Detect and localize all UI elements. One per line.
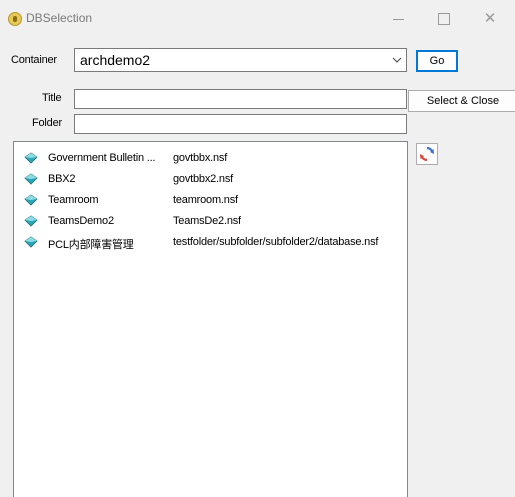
- container-label: Container: [11, 54, 57, 66]
- maximize-button[interactable]: [421, 0, 467, 38]
- title-bar[interactable]: DBSelection ✕: [0, 0, 515, 38]
- database-icon: [24, 152, 38, 164]
- database-title: BBX2: [48, 173, 76, 185]
- folder-label: Folder: [32, 117, 62, 129]
- database-list[interactable]: Government Bulletin ... govtbbx.nsf BBX2…: [13, 141, 408, 497]
- refresh-button[interactable]: [416, 143, 438, 165]
- go-button[interactable]: Go: [416, 50, 458, 72]
- database-filename: govtbbx2.nsf: [173, 173, 233, 185]
- select-and-close-button[interactable]: Select & Close: [408, 90, 515, 112]
- database-title: PCL内部障害管理: [48, 239, 134, 251]
- list-item[interactable]: TeamsDemo2 TeamsDe2.nsf: [14, 211, 407, 232]
- title-field[interactable]: [74, 89, 407, 109]
- folder-field[interactable]: [74, 114, 407, 134]
- close-button[interactable]: ✕: [467, 0, 513, 38]
- database-icon: [24, 215, 38, 227]
- close-icon: ✕: [483, 10, 497, 27]
- database-title: Government Bulletin ...: [48, 152, 156, 164]
- chevron-down-icon: [392, 57, 402, 63]
- list-item[interactable]: BBX2 govtbbx2.nsf: [14, 169, 407, 190]
- title-label: Title: [42, 92, 62, 104]
- database-icon: [24, 194, 38, 206]
- database-filename: TeamsDe2.nsf: [173, 215, 241, 227]
- list-item[interactable]: Teamroom teamroom.nsf: [14, 190, 407, 211]
- window-title: DBSelection: [26, 11, 93, 25]
- container-value: archdemo2: [80, 52, 151, 68]
- container-combobox[interactable]: archdemo2: [74, 48, 407, 72]
- list-item[interactable]: Government Bulletin ... govtbbx.nsf: [14, 148, 407, 169]
- database-title: Teamroom: [48, 194, 99, 206]
- minimize-button[interactable]: [375, 0, 421, 38]
- maximize-icon: [438, 13, 450, 25]
- database-filename: teamroom.nsf: [173, 194, 238, 206]
- dbselection-window: DBSelection ✕ Container archdemo2 Go Tit…: [0, 0, 515, 497]
- minimize-icon: [393, 19, 404, 20]
- database-icon: [24, 236, 38, 248]
- app-icon: [8, 12, 22, 26]
- refresh-icon: [420, 146, 434, 162]
- database-title: TeamsDemo2: [48, 215, 114, 227]
- database-filename: govtbbx.nsf: [173, 152, 228, 164]
- database-filename: testfolder/subfolder/subfolder2/database…: [173, 236, 379, 248]
- database-icon: [24, 173, 38, 185]
- list-item[interactable]: PCL内部障害管理 testfolder/subfolder/subfolder…: [14, 232, 407, 253]
